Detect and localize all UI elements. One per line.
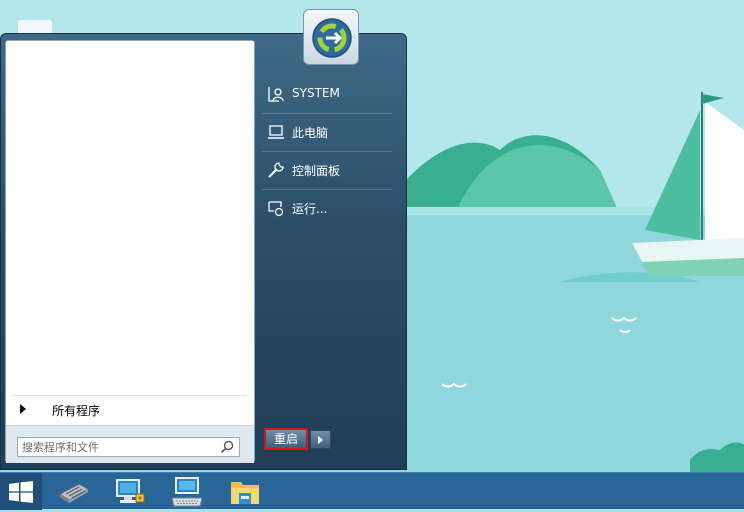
search-input[interactable] [22,439,212,455]
menu-item-this-pc[interactable]: 此电脑 [262,114,392,148]
search-area [6,425,254,463]
network-computer-icon [116,479,145,503]
taskbar-item-network[interactable] [114,476,148,508]
programs-pane: 所有程序 [5,40,255,463]
menu-item-run[interactable]: 运行... [262,190,392,224]
user-picture[interactable] [303,9,359,65]
taskbar-item-keyboard[interactable] [170,476,204,508]
menu-item-control-panel[interactable]: 控制面板 [262,152,392,186]
keyboard-computer-icon [171,477,203,507]
menu-item-label: SYSTEM [292,86,340,100]
taskbar-item-file-explorer[interactable] [228,476,262,508]
search-box[interactable] [17,437,240,457]
user-folder-icon [268,87,284,102]
wrench-icon [268,162,284,178]
triangle-right-icon [318,436,323,444]
all-programs-item[interactable]: 所有程序 [12,395,247,424]
triangle-right-icon [20,404,26,414]
windows-logo-icon [9,481,33,503]
power-options-button[interactable] [310,430,331,449]
search-icon[interactable] [220,440,234,454]
menu-item-label: 控制面板 [292,164,341,178]
computer-icon [268,125,284,139]
start-button[interactable] [0,473,42,510]
menu-item-label: 运行... [292,202,328,216]
taskbar-item-memory[interactable] [57,476,91,508]
file-explorer-icon [231,482,259,504]
menu-item-label: 此电脑 [292,126,329,140]
user-avatar-icon [312,18,352,58]
run-icon [268,201,284,217]
menu-item-system[interactable]: SYSTEM [262,76,392,110]
restart-button[interactable]: 重启 [264,428,308,450]
start-menu: 所有程序 SYSTEM [0,9,407,470]
taskbar [0,472,744,510]
memory-chip-icon [59,483,90,503]
all-programs-label: 所有程序 [52,404,101,418]
